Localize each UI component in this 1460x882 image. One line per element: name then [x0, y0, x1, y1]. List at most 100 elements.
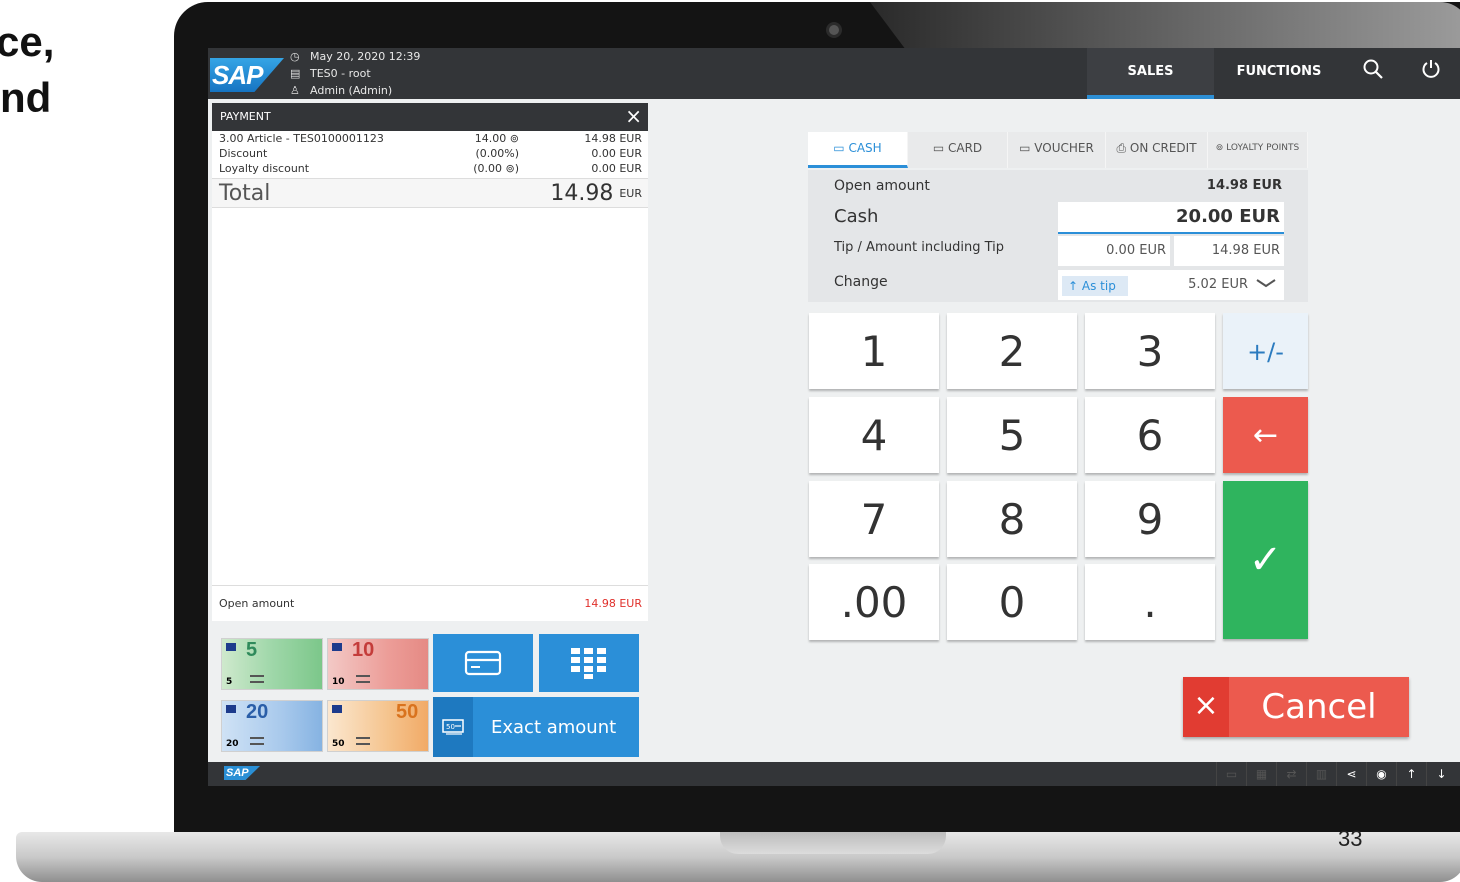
card-icon: ▭	[932, 141, 945, 155]
receipt-title: PAYMENT	[220, 110, 271, 123]
exact-amount-button[interactable]: 50 Exact amount	[433, 697, 639, 757]
key-0[interactable]: 0	[947, 564, 1077, 640]
drawer-icon: ▦	[1246, 762, 1276, 786]
key-4[interactable]: 4	[809, 397, 939, 473]
confirm-key[interactable]: ✓	[1223, 481, 1308, 639]
receipt-total: Total 14.98 EUR	[212, 178, 648, 208]
close-icon: ×	[1183, 677, 1229, 737]
user-text: Admin (Admin)	[310, 84, 393, 97]
pos-screen: SAP ◷ May 20, 2020 12:39 ▤ TES0 - root ♙…	[208, 48, 1460, 786]
credit-icon: ⎙	[1116, 141, 1127, 155]
eu-flag-icon	[332, 643, 342, 651]
bill-small-value: 50	[332, 739, 345, 749]
tip-input[interactable]: 0.00 EUR	[1058, 236, 1170, 266]
bill-value: 5	[246, 639, 258, 661]
printer-icon: ▭	[1216, 762, 1246, 786]
open-amount-label: Open amount	[219, 597, 295, 610]
bottom-bar: SAP ▭ ▦ ⇄ ▥ ⋖ ◉ ↑ ↓	[208, 762, 1460, 786]
voucher-icon: ▭	[1019, 141, 1031, 155]
close-icon[interactable]: ×	[625, 103, 642, 129]
arrow-up-icon[interactable]: ↑	[1396, 762, 1426, 786]
exact-amount-label: Exact amount	[491, 716, 617, 738]
payment-method-tabs: ▭ CASH ▭ CARD ▭ VOUCHER ⎙ ON CREDIT ⊚ LO…	[808, 132, 1308, 168]
key-decimal[interactable]: .	[1085, 564, 1215, 640]
datetime-text: May 20, 2020 12:39	[310, 50, 421, 63]
tab-card[interactable]: ▭ CARD	[908, 132, 1008, 168]
tab-on-credit[interactable]: ⎙ ON CREDIT	[1106, 132, 1208, 168]
receipt-panel: PAYMENT × 3.00 Article - TES0100001123 1…	[212, 103, 648, 621]
backspace-key[interactable]: ←	[1223, 397, 1308, 473]
line-mid: (0.00%)	[475, 147, 519, 160]
line-label: Loyalty discount	[219, 162, 310, 175]
main-nav: SALES FUNCTIONS	[1087, 48, 1460, 99]
scanner-icon: ▥	[1306, 762, 1336, 786]
arrow-down-icon[interactable]: ↓	[1426, 762, 1456, 786]
page-number: 33	[1338, 826, 1363, 851]
register-icon: ▤	[290, 67, 301, 80]
datetime-row: ◷ May 20, 2020 12:39	[290, 48, 420, 65]
receipt-header: PAYMENT ×	[212, 103, 648, 131]
banknote-icon: 50	[433, 697, 473, 757]
keypad-button[interactable]	[539, 634, 639, 692]
sap-logo-small: SAP	[224, 766, 260, 780]
key-5[interactable]: 5	[947, 397, 1077, 473]
bill-5-button[interactable]: 5 5	[221, 638, 323, 690]
sync-icon: ⇄	[1276, 762, 1306, 786]
search-icon[interactable]	[1344, 48, 1402, 99]
bill-small-value: 20	[226, 739, 239, 749]
tab-sales[interactable]: SALES	[1087, 48, 1214, 99]
arrow-up-icon: ↑	[1068, 279, 1079, 293]
svg-text:50: 50	[446, 723, 455, 731]
loyalty-icon: ⊚	[1215, 143, 1224, 153]
tip-total-input[interactable]: 14.98 EUR	[1174, 236, 1284, 266]
tab-functions[interactable]: FUNCTIONS	[1214, 48, 1344, 99]
open-amount-value: 14.98 EUR	[584, 597, 642, 610]
cancel-button[interactable]: × Cancel	[1183, 677, 1409, 737]
tab-voucher[interactable]: ▭ VOUCHER	[1008, 132, 1106, 168]
database-icon[interactable]: ◉	[1366, 762, 1396, 786]
keypad-icon	[571, 648, 606, 679]
receipt-line[interactable]: 3.00 Article - TES0100001123 14.00 ⊚ 14.…	[212, 131, 648, 146]
bill-value: 20	[246, 701, 269, 723]
card-payment-button[interactable]	[433, 634, 533, 692]
key-1[interactable]: 1	[809, 313, 939, 389]
as-tip-label: As tip	[1081, 279, 1116, 293]
cash-amount-input[interactable]: 20.00 EUR	[1058, 202, 1284, 234]
key-double-zero[interactable]: .00	[809, 564, 939, 640]
slide-title-line2: nd	[0, 74, 52, 121]
key-6[interactable]: 6	[1085, 397, 1215, 473]
open-amount-bar: Open amount 14.98 EUR	[212, 585, 648, 621]
laptop-notch	[720, 832, 946, 854]
tab-voucher-label: VOUCHER	[1034, 141, 1094, 155]
as-tip-button[interactable]: ↑ As tip	[1062, 276, 1128, 296]
line-mid: 14.00 ⊚	[474, 132, 519, 145]
eu-flag-icon	[226, 643, 236, 651]
user-icon: ♙	[290, 84, 300, 97]
tab-credit-label: ON CREDIT	[1129, 141, 1197, 155]
key-2[interactable]: 2	[947, 313, 1077, 389]
bill-value: 10	[352, 639, 375, 661]
plus-minus-key[interactable]: +/-	[1223, 313, 1308, 389]
session-info: ◷ May 20, 2020 12:39 ▤ TES0 - root ♙ Adm…	[290, 48, 420, 99]
line-amount: 14.98 EUR	[584, 132, 642, 145]
bill-small-value: 10	[332, 677, 345, 687]
key-3[interactable]: 3	[1085, 313, 1215, 389]
user-row: ♙ Admin (Admin)	[290, 82, 420, 99]
key-9[interactable]: 9	[1085, 481, 1215, 557]
chevron-down-icon[interactable]	[1254, 274, 1278, 294]
total-value: 14.98	[550, 180, 614, 206]
key-7[interactable]: 7	[809, 481, 939, 557]
tab-cash[interactable]: ▭ CASH	[808, 132, 908, 168]
terminal-text: TES0 - root	[310, 67, 371, 80]
power-icon[interactable]	[1402, 48, 1460, 99]
cash-icon: ▭	[833, 141, 845, 155]
bill-10-button[interactable]: 10 10	[327, 638, 429, 690]
share-icon[interactable]: ⋖	[1336, 762, 1366, 786]
bill-20-button[interactable]: 20 20	[221, 700, 323, 752]
sap-logo: SAP	[210, 58, 284, 92]
tab-loyalty-points[interactable]: ⊚ LOYALTY POINTS	[1208, 132, 1308, 168]
key-8[interactable]: 8	[947, 481, 1077, 557]
tip-label: Tip / Amount including Tip	[834, 240, 1005, 255]
clock-icon: ◷	[290, 50, 300, 63]
bill-50-button[interactable]: 50 50	[327, 700, 429, 752]
